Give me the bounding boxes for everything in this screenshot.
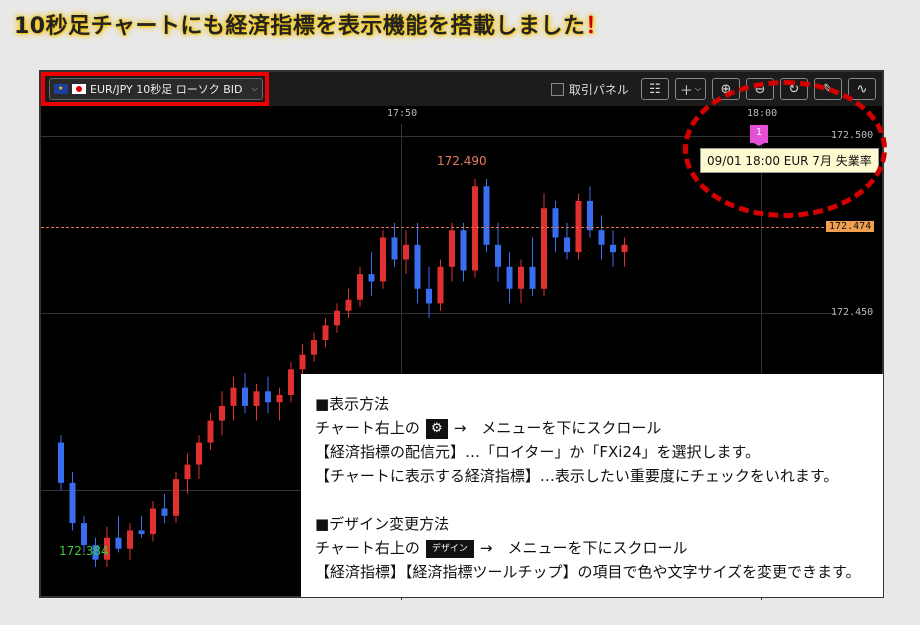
draw-icon: ∿ [856,81,868,97]
candle-body [414,244,421,289]
candle-body [242,387,248,406]
candle-body [564,237,570,253]
candle-body [311,340,317,355]
candle-body [161,508,168,516]
symbol-select[interactable]: EUR/JPY 10秒足 ローソク BID ⌵ [49,78,263,100]
plus-icon: ＋ [679,83,693,99]
candle-body [69,482,76,524]
candle-body [334,310,340,326]
candle-body [529,266,536,289]
section2-line1: チャート右上の デザイン → メニューを下にスクロール [315,536,869,560]
gear-icon: ⚙ [425,418,448,439]
candle-body [299,354,306,370]
design-chip: デザイン [425,539,474,558]
section2-line2: 【経済指標】【経済指標ツールチップ】の項目で色や文字サイズを変更できます。 [315,563,861,581]
candle-body [253,391,260,406]
trade-panel-toggle[interactable]: 取引パネル [550,81,629,98]
symbol-label: EUR/JPY 10秒足 ローソク BID [90,83,243,96]
add-button[interactable]: ＋ ⌵ [674,78,706,100]
candle-body [506,266,513,289]
trade-panel-label: 取引パネル [568,82,629,97]
candle-body [380,237,386,282]
section1-line2: 【経済指標の配信元】…「ロイター」か「FXi24」を選択します。 [315,443,761,461]
candle-body [81,523,87,546]
indicator-button[interactable]: ☷ [640,78,669,100]
section1-title: ■表示方法 [315,395,390,413]
candle-body [391,237,398,260]
candle-body [403,244,409,260]
candle-body [150,508,156,535]
candle-body [460,230,467,271]
trade-panel-checkbox[interactable] [550,82,564,96]
candle-body [345,299,352,311]
candle-body [219,405,225,421]
s1-line1-b: → メニューを下にスクロール [453,419,662,437]
high-label: 172.490 [437,154,487,168]
candle-body [518,266,524,289]
current-price-line [41,227,824,228]
candle-body [230,387,237,406]
candle-body [610,244,616,253]
candle-body [288,369,294,395]
candle-body [115,537,122,549]
headline-text: 10秒足チャートにも経済指標を表示機能を搭載しました [14,14,586,39]
candle-body [173,479,179,516]
s2-line1-a: チャート右上の [315,539,420,557]
candle-body [207,420,214,443]
candle-body [495,244,501,267]
indicator-icon: ☷ [649,81,661,97]
candle-body [449,230,455,267]
candle-body [472,186,478,271]
section2-title: ■デザイン変更方法 [315,515,450,533]
low-label: 172.384 [59,544,109,558]
candle-body [127,530,133,549]
eu-flag-icon [54,84,68,94]
s2-line1-b: → メニューを下にスクロール [479,539,688,557]
current-price-tag: 172.474 [826,221,875,232]
section1-line1: チャート右上の ⚙ → メニューを下にスクロール [315,416,869,440]
jp-flag-icon [72,84,86,94]
section1-line3: 【チャートに表示する経済指標】…表示したい重要度にチェックをいれます。 [315,467,839,485]
candle-body [426,288,432,304]
chevron-down-icon: ⌵ [694,84,701,93]
candle-body [184,464,191,480]
candle-body [437,266,444,304]
headline: 10秒足チャートにも経済指標を表示機能を搭載しました！ [14,8,608,40]
candle-body [621,244,628,253]
highlight-ellipse [683,80,887,218]
candle-body [322,325,329,341]
candle-body [598,230,605,245]
candle-body [138,530,145,535]
candle-body [357,274,363,300]
candle-body [196,442,202,465]
candle-body [58,442,64,483]
info-box: ■表示方法 チャート右上の ⚙ → メニューを下にスクロール 【経済指標の配信元】…… [301,374,883,597]
candle-body [265,391,271,403]
candle-body [552,208,559,238]
candle-body [541,208,547,289]
chevron-down-icon: ⌵ [251,84,258,94]
candle-body [483,186,490,245]
candle-body [587,200,593,231]
price-label: 172.450 [831,307,874,318]
s1-line1-a: チャート右上の [315,419,420,437]
symbol-highlight: EUR/JPY 10秒足 ローソク BID ⌵ [41,72,269,106]
candle-body [276,394,283,403]
candle-body [368,274,375,282]
headline-bang: ！ [585,14,608,39]
